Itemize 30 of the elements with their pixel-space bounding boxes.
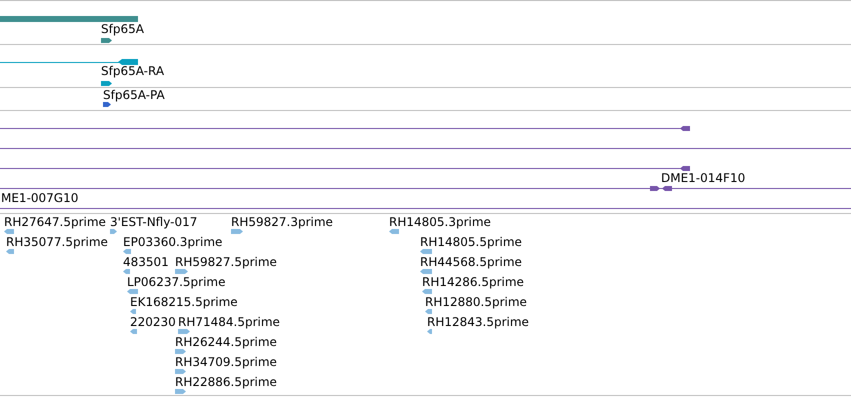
feature-label: 220230	[130, 315, 176, 329]
feature-label: 483501	[123, 255, 169, 269]
feature-label: EK168215.5prime	[130, 295, 238, 309]
feature-label: RH12880.5prime	[425, 295, 527, 309]
feature-label: EP03360.3prime	[123, 235, 222, 249]
feature-label: RH14805.5prime	[420, 235, 522, 249]
feature-label: RH71484.5prime	[178, 315, 280, 329]
feature-label: RH14805.3prime	[389, 215, 491, 229]
feature-label: Sfp65A-RA	[101, 64, 164, 78]
feature-label: RH14286.5prime	[422, 275, 524, 289]
feature-label: 3'EST-Nfly-017	[110, 215, 198, 229]
feature-label: Sfp65A	[101, 22, 144, 36]
feature-label: RH59827.5prime	[175, 255, 277, 269]
exon-block	[118, 59, 138, 65]
feature-label: DME1-014F10	[661, 171, 746, 185]
feature-label: RH12843.5prime	[427, 315, 529, 329]
left-arrow-icon	[680, 166, 690, 171]
left-arrow-icon	[662, 186, 672, 191]
feature-label: RH27647.5prime	[4, 215, 106, 229]
feature-label: LP06237.5prime	[127, 275, 226, 289]
feature-label: RH34709.5prime	[175, 355, 277, 369]
right-arrow-icon	[650, 186, 660, 191]
feature-label: RH35077.5prime	[6, 235, 108, 249]
feature-label: RH26244.5prime	[175, 335, 277, 349]
feature-label: Sfp65A-PA	[103, 88, 165, 102]
feature-label: RH59827.3prime	[231, 215, 333, 229]
left-arrow-icon	[680, 126, 690, 131]
feature-label: RH44568.5prime	[420, 255, 522, 269]
feature-label: ME1-007G10	[1, 191, 78, 205]
feature-label: RH22886.5prime	[175, 375, 277, 389]
